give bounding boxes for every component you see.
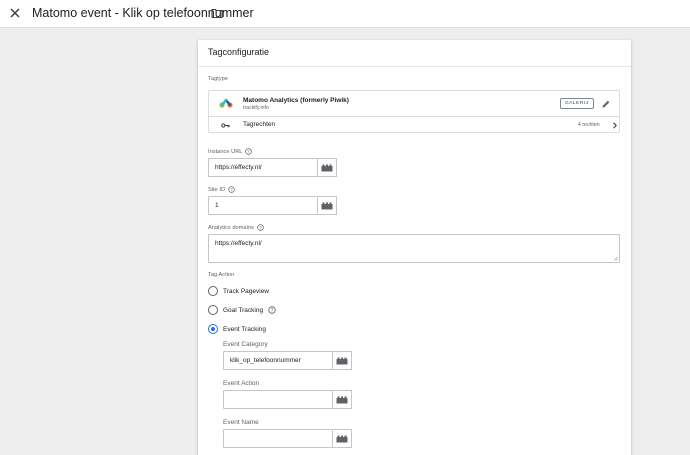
tagtype-row[interactable]: Matomo Analytics (formerly Piwik) tracki… (209, 91, 619, 117)
help-icon[interactable]: ? (245, 148, 253, 155)
help-icon[interactable]: ? (257, 224, 264, 231)
variable-brick-icon (336, 396, 348, 404)
variable-brick-icon (336, 357, 348, 365)
radio-goal-tracking[interactable]: Goal Tracking ? (208, 305, 276, 315)
help-icon[interactable]: ? (228, 186, 235, 193)
matomo-logo-icon (219, 98, 233, 108)
permissions-label: Tagrechten (243, 121, 276, 128)
tagtype-name: Matomo Analytics (formerly Piwik) (243, 97, 349, 104)
svg-text:?: ? (259, 225, 262, 230)
event-category-variable-button[interactable] (333, 351, 352, 370)
analytics-domains-textarea[interactable]: https://effecty.nl/ (208, 234, 620, 263)
folder-icon[interactable] (211, 7, 223, 19)
key-icon (221, 123, 230, 128)
site-id-label-text: Site ID (208, 186, 226, 193)
radio-track-pageview[interactable]: Track Pageview (208, 286, 269, 296)
svg-text:?: ? (230, 187, 233, 192)
tag-permissions-row[interactable]: Tagrechten 4 rechten (209, 117, 619, 134)
event-name-variable-button[interactable] (333, 429, 352, 448)
radio-circle (208, 305, 218, 315)
variable-brick-icon (336, 435, 348, 443)
instance-url-label-text: Instance URL (208, 148, 243, 155)
event-name-input[interactable] (223, 429, 333, 448)
card-title: Tagconfiguratie (198, 40, 631, 67)
event-name-label: Event Name (223, 419, 259, 426)
event-category-label: Event Category (223, 341, 268, 348)
svg-text:?: ? (248, 149, 251, 154)
analytics-domains-label: Analytics domains ? (208, 224, 264, 231)
tagtype-publisher: trackify.info (243, 105, 269, 111)
radio-circle-selected (208, 324, 218, 334)
close-icon[interactable] (7, 5, 23, 21)
variable-brick-icon (321, 202, 333, 210)
radio-circle (208, 286, 218, 296)
site-id-label: Site ID ? (208, 186, 235, 193)
help-icon[interactable]: ? (268, 306, 276, 314)
tag-configuration-card: Tagconfiguratie Tagtype Matomo Analytics… (198, 40, 631, 455)
instance-url-value: https://effecty.nl/ (215, 164, 262, 171)
edit-pencil-icon[interactable] (601, 99, 611, 109)
resize-handle-icon[interactable] (613, 256, 618, 261)
tagtype-label: Tagtype (208, 76, 228, 82)
event-action-input[interactable] (223, 390, 333, 409)
radio-label: Track Pageview (223, 287, 269, 295)
gallery-button[interactable]: GALERIJ (560, 98, 594, 109)
svg-text:?: ? (271, 308, 274, 314)
radio-event-tracking[interactable]: Event Tracking (208, 324, 266, 334)
site-id-input[interactable]: 1 (208, 196, 318, 215)
event-action-variable-button[interactable] (333, 390, 352, 409)
top-bar: Matomo event - Klik op telefoonnummer (0, 0, 690, 28)
radio-label: Goal Tracking (223, 306, 264, 314)
radio-label: Event Tracking (223, 325, 266, 333)
instance-url-input[interactable]: https://effecty.nl/ (208, 158, 318, 177)
site-id-value: 1 (215, 202, 219, 209)
tag-action-label: Tag Action (208, 272, 235, 278)
event-category-input[interactable]: klik_op_telefoonnummer (223, 351, 333, 370)
instance-url-label: Instance URL ? (208, 148, 253, 155)
analytics-domains-label-text: Analytics domains (208, 224, 254, 231)
analytics-domains-value: https://effecty.nl/ (215, 240, 262, 247)
variable-brick-icon (321, 164, 333, 172)
instance-url-variable-button[interactable] (318, 158, 337, 177)
tagtype-box: Matomo Analytics (formerly Piwik) tracki… (208, 90, 620, 133)
site-id-variable-button[interactable] (318, 196, 337, 215)
event-action-label: Event Action (223, 380, 260, 387)
event-category-value: klik_op_telefoonnummer (230, 357, 301, 364)
chevron-right-icon (613, 122, 617, 129)
permissions-count: 4 rechten (578, 122, 600, 128)
